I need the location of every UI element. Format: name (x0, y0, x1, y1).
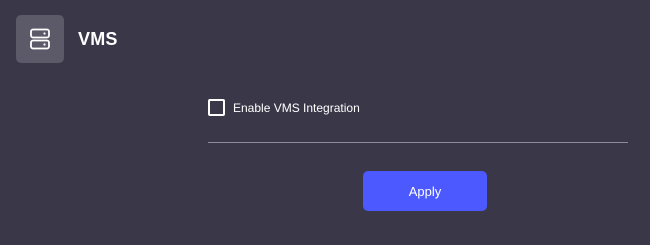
page-title: VMS (78, 29, 118, 49)
enable-vms-integration-option[interactable]: Enable VMS Integration (208, 99, 360, 116)
enable-vms-integration-label: Enable VMS Integration (233, 100, 360, 115)
enable-vms-integration-checkbox[interactable] (208, 99, 225, 116)
server-icon (28, 27, 52, 51)
header-icon-container (16, 15, 64, 63)
divider (208, 142, 628, 143)
apply-button[interactable]: Apply (363, 171, 487, 211)
